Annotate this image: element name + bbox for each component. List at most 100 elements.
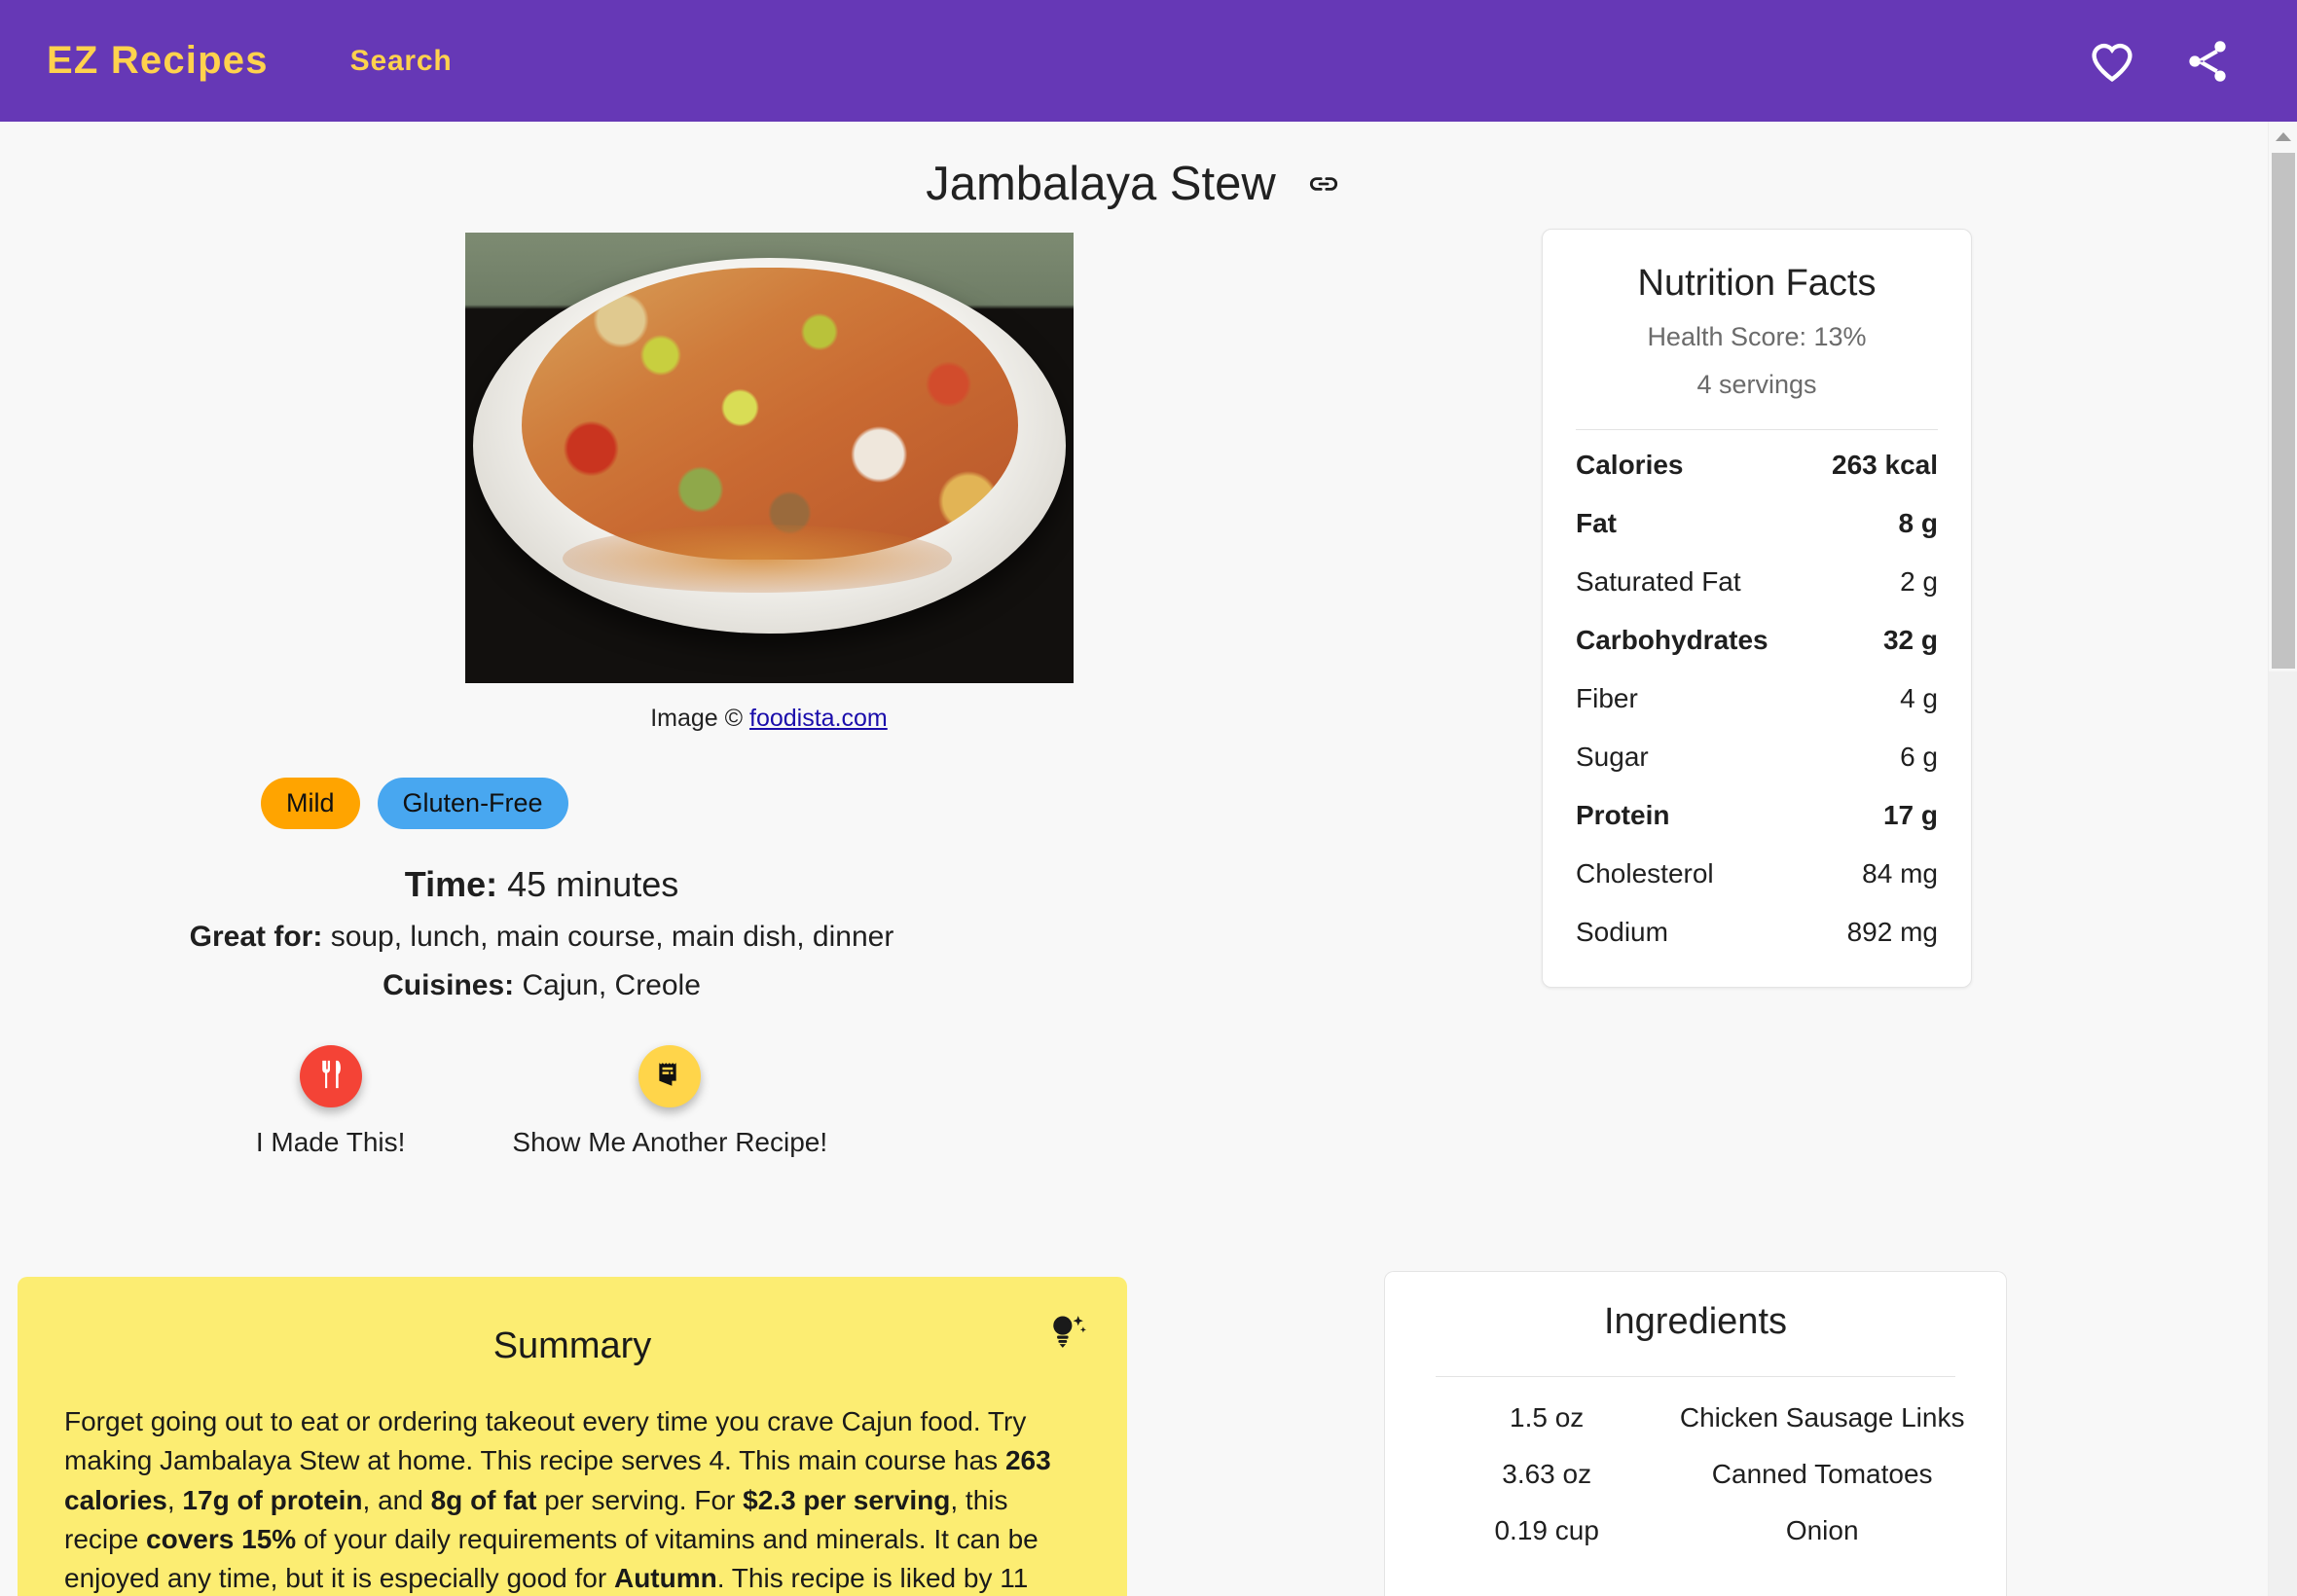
nutrition-rows: Calories 263 kcal Fat 8 g Saturated Fat 2 g Ca… bbox=[1576, 436, 1938, 961]
ingredients-card: Ingredients 1.5 oz Chicken Sausage Links 3… bbox=[1384, 1271, 2007, 1596]
another-recipe-button[interactable] bbox=[638, 1045, 702, 1107]
recipe-image-wrapper: Image © foodista.com bbox=[0, 233, 1538, 733]
actions-gap bbox=[405, 1045, 512, 1158]
two-column-layout: Image © foodista.com Mild Gluten-Free Ti… bbox=[0, 211, 2268, 1158]
ingredient-row: 3.63 oz Canned Tomatoes bbox=[1420, 1433, 1971, 1490]
ingredient-name: Chicken Sausage Links bbox=[1679, 1402, 1965, 1433]
nutrition-value: 32 g bbox=[1882, 625, 1938, 655]
recipe-image bbox=[464, 233, 1074, 683]
recipe-meta: Time: 45 minutes Great for: soup, lunch,… bbox=[0, 864, 1083, 1002]
action-buttons: I Made This! Show Me Another Recipe! bbox=[0, 1045, 1083, 1158]
nutrition-row: Fat 8 g bbox=[1576, 494, 1938, 553]
recipe-cuisines: Cuisines: Cajun, Creole bbox=[0, 969, 1083, 1002]
nutrition-label: Sugar bbox=[1576, 742, 1649, 772]
summary-text: Forget going out to eat or ordering take… bbox=[64, 1402, 1080, 1596]
image-source-link[interactable]: foodista.com bbox=[749, 705, 888, 732]
cuisines-value: Cajun, Creole bbox=[522, 969, 701, 1001]
image-credit: Image © foodista.com bbox=[0, 705, 1538, 733]
summary-highlight: 8g of fat bbox=[430, 1484, 537, 1515]
nutrition-row: Protein 17 g bbox=[1576, 786, 1938, 845]
summary-highlight: 17g of protein bbox=[182, 1484, 363, 1515]
vertical-scrollbar[interactable] bbox=[2268, 122, 2297, 1596]
another-recipe-action[interactable]: Show Me Another Recipe! bbox=[512, 1045, 827, 1158]
summary-title: Summary bbox=[492, 1325, 652, 1366]
health-score: Health Score: 13% bbox=[1647, 322, 1867, 351]
great-for-value: soup, lunch, main course, main dish, din… bbox=[330, 921, 894, 953]
ingredient-rows: 1.5 oz Chicken Sausage Links 3.63 oz Canned… bbox=[1420, 1377, 1971, 1546]
nutrition-value: 263 kcal bbox=[1832, 450, 1938, 480]
nutrition-label: Fat bbox=[1576, 508, 1617, 538]
servings: 4 servings bbox=[1696, 370, 1817, 399]
nutrition-facts-card: Nutrition Facts Health Score: 13% 4 serv… bbox=[1542, 229, 1972, 988]
summary-highlight: covers 15% bbox=[146, 1523, 297, 1554]
brand-logo[interactable]: EZ Recipes bbox=[47, 39, 269, 83]
time-label: Time: bbox=[404, 864, 498, 904]
another-recipe-label: Show Me Another Recipe! bbox=[512, 1127, 828, 1157]
scrollbar-track-lower[interactable] bbox=[2269, 671, 2297, 1596]
cuisines-label: Cuisines: bbox=[383, 969, 515, 1001]
nutrition-value: 17 g bbox=[1882, 800, 1938, 830]
ingredient-row: 1.5 oz Chicken Sausage Links bbox=[1420, 1377, 1971, 1433]
nutrition-row: Sodium 892 mg bbox=[1576, 903, 1938, 961]
nutrition-value: 4 g bbox=[1900, 683, 1938, 713]
time-value: 45 minutes bbox=[507, 864, 679, 904]
scroll-up-arrow-icon[interactable] bbox=[2269, 122, 2297, 151]
made-this-label: I Made This! bbox=[255, 1127, 406, 1157]
made-this-button[interactable] bbox=[299, 1045, 362, 1107]
ingredient-name: Onion bbox=[1785, 1515, 1859, 1545]
nutrition-value: 8 g bbox=[1898, 508, 1938, 538]
fork-knife-icon bbox=[314, 1058, 347, 1096]
nutrition-value: 892 mg bbox=[1846, 917, 1938, 947]
link-icon[interactable] bbox=[1305, 165, 1342, 202]
nav-link-search[interactable]: Search bbox=[350, 45, 453, 78]
nutrition-label: Fiber bbox=[1576, 683, 1638, 713]
tag-diet[interactable]: Gluten-Free bbox=[377, 778, 568, 829]
summary-segment: per serving. For bbox=[536, 1484, 744, 1515]
nutrition-label: Carbohydrates bbox=[1576, 625, 1768, 655]
page-root: EZ Recipes Search Jambalaya Stew Image ©… bbox=[0, 0, 2297, 1596]
navbar-icons bbox=[2087, 36, 2233, 87]
summary-segment: , bbox=[166, 1484, 183, 1515]
nutrition-label: Calories bbox=[1576, 450, 1684, 480]
image-credit-prefix: Image © bbox=[650, 705, 750, 732]
nutrition-label: Protein bbox=[1576, 800, 1670, 830]
left-column: Image © foodista.com Mild Gluten-Free Ti… bbox=[0, 211, 1538, 1158]
ingredient-amount: 3.63 oz bbox=[1502, 1459, 1592, 1489]
nutrition-row: Saturated Fat 2 g bbox=[1576, 553, 1938, 611]
nutrition-label: Cholesterol bbox=[1576, 858, 1714, 889]
nutrition-value: 2 g bbox=[1900, 566, 1938, 597]
navbar: EZ Recipes Search bbox=[0, 0, 2297, 122]
recipe-great-for: Great for: soup, lunch, main course, mai… bbox=[0, 921, 1083, 954]
nutrition-label: Sodium bbox=[1576, 917, 1668, 947]
tag-spice-level[interactable]: Mild bbox=[261, 778, 360, 829]
summary-segment: Forget going out to eat or ordering take… bbox=[64, 1406, 1027, 1476]
ingredient-amount: 1.5 oz bbox=[1510, 1402, 1585, 1433]
nutrition-label: Saturated Fat bbox=[1576, 566, 1741, 597]
nutrition-divider bbox=[1576, 429, 1938, 430]
ingredient-name: Canned Tomatoes bbox=[1711, 1459, 1933, 1489]
ingredient-row: 0.19 cup Onion bbox=[1420, 1490, 1971, 1546]
page-title: Jambalaya Stew bbox=[926, 158, 1276, 210]
right-column: Nutrition Facts Health Score: 13% 4 serv… bbox=[1538, 211, 2268, 988]
summary-card: Summary Forget going out to eat or order… bbox=[18, 1277, 1127, 1596]
ingredients-title: Ingredients bbox=[1603, 1301, 1787, 1342]
made-this-action[interactable]: I Made This! bbox=[255, 1045, 406, 1158]
scrollbar-thumb[interactable] bbox=[2272, 153, 2295, 669]
heart-outline-icon[interactable] bbox=[2087, 36, 2137, 87]
summary-segment: , and bbox=[362, 1484, 431, 1515]
great-for-label: Great for: bbox=[189, 921, 323, 953]
summary-highlight: Autumn bbox=[613, 1563, 717, 1594]
nutrition-row: Sugar 6 g bbox=[1576, 728, 1938, 786]
nutrition-row: Calories 263 kcal bbox=[1576, 436, 1938, 494]
share-icon[interactable] bbox=[2182, 36, 2233, 87]
nutrition-title: Nutrition Facts bbox=[1637, 263, 1877, 304]
lightbulb-sparkle-icon bbox=[1045, 1310, 1090, 1355]
summary-highlight: $2.3 per serving bbox=[743, 1484, 951, 1515]
nutrition-value: 84 mg bbox=[1862, 858, 1938, 889]
tag-list: Mild Gluten-Free bbox=[261, 778, 1538, 829]
summary-header: Summary bbox=[64, 1304, 1086, 1367]
nutrition-value: 6 g bbox=[1900, 742, 1938, 772]
nutrition-row: Carbohydrates 32 g bbox=[1576, 611, 1938, 670]
nutrition-row: Fiber 4 g bbox=[1576, 670, 1938, 728]
ingredient-amount: 0.19 cup bbox=[1494, 1515, 1599, 1545]
